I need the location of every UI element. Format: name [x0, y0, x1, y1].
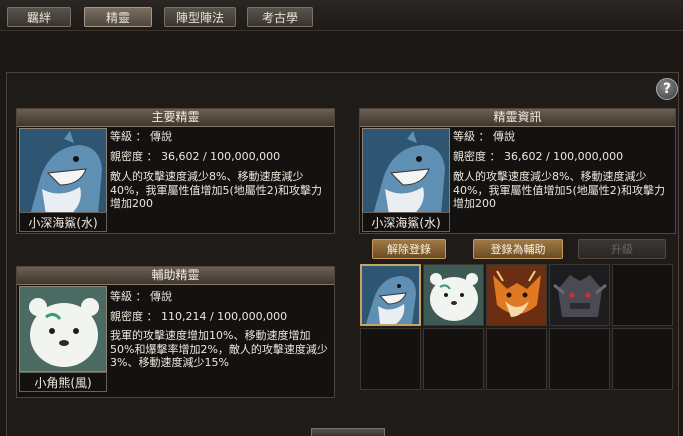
- assist-spirit-portrait[interactable]: [19, 286, 107, 372]
- inventory-slot-empty[interactable]: [612, 328, 673, 390]
- spirit-inventory-grid: [360, 264, 673, 394]
- spirit-info-name: 小深海鯊(水): [362, 212, 450, 232]
- inventory-slot-bear[interactable]: [423, 264, 484, 326]
- inventory-slot-fox[interactable]: [486, 264, 547, 326]
- tab-formation[interactable]: 陣型陣法: [164, 7, 236, 27]
- main-spirit-description: 敵人的攻擊速度減少8%、移動速度減少40%，我軍屬性值增加5(地屬性2)和攻擊力…: [110, 170, 323, 210]
- inventory-slot-empty[interactable]: [423, 328, 484, 390]
- main-spirit-affinity: 親密度 ： 36,602 / 100,000,000: [110, 150, 281, 163]
- spirit-info-level: 等級 ： 傳說: [453, 130, 515, 143]
- main-spirit-name: 小深海鯊(水): [19, 212, 107, 232]
- assist-spirit-name: 小角熊(風): [19, 372, 107, 392]
- tab-archaeology[interactable]: 考古學: [247, 7, 313, 27]
- shark-portrait-icon: [20, 129, 106, 213]
- assist-spirit-description: 我軍的攻擊速度增加10%、移動速度增加50%和爆擊率增加2%，敵人的攻擊速度減少…: [110, 329, 328, 369]
- inventory-slot-armored[interactable]: [549, 264, 610, 326]
- assist-spirit-level: 等級 ： 傳說: [110, 290, 172, 303]
- main-spirit-level: 等級 ： 傳說: [110, 130, 172, 143]
- bear-spirit-icon: [424, 265, 483, 325]
- spirit-info-affinity: 親密度 ： 36,602 / 100,000,000: [453, 150, 624, 163]
- tab-spirit[interactable]: 精靈: [84, 7, 152, 27]
- tab-bond[interactable]: 羈絆: [7, 7, 71, 27]
- spirit-info-description: 敵人的攻擊速度減少8%、移動速度減少40%，我軍屬性值增加5(地屬性2)和攻擊力…: [453, 170, 666, 210]
- fox-spirit-icon: [487, 265, 546, 325]
- shark-spirit-icon: [362, 266, 419, 324]
- main-spirit-portrait[interactable]: [19, 128, 107, 214]
- spirit-info-header: 精靈資訊: [360, 109, 675, 127]
- assist-spirit-affinity: 親密度 ： 110,214 / 100,000,000: [110, 310, 288, 323]
- upgrade-button[interactable]: 升級: [578, 239, 666, 259]
- armored-spirit-icon: [550, 265, 609, 325]
- assist-spirit-header: 輔助精靈: [17, 267, 334, 285]
- spirit-info-portrait: [362, 128, 450, 214]
- bear-portrait-icon: [20, 287, 106, 371]
- inventory-slot-empty[interactable]: [486, 328, 547, 390]
- inventory-slot-empty[interactable]: [612, 264, 673, 326]
- inventory-slot-empty[interactable]: [549, 328, 610, 390]
- inventory-slot-empty[interactable]: [360, 328, 421, 390]
- unregister-button[interactable]: 解除登錄: [372, 239, 446, 259]
- bottom-tab[interactable]: [311, 428, 385, 436]
- help-button[interactable]: ?: [656, 78, 678, 100]
- main-spirit-header: 主要精靈: [17, 109, 334, 127]
- inventory-slot-shark[interactable]: [360, 264, 421, 326]
- shark-portrait-icon: [363, 129, 449, 213]
- register-assist-button[interactable]: 登錄為輔助: [473, 239, 563, 259]
